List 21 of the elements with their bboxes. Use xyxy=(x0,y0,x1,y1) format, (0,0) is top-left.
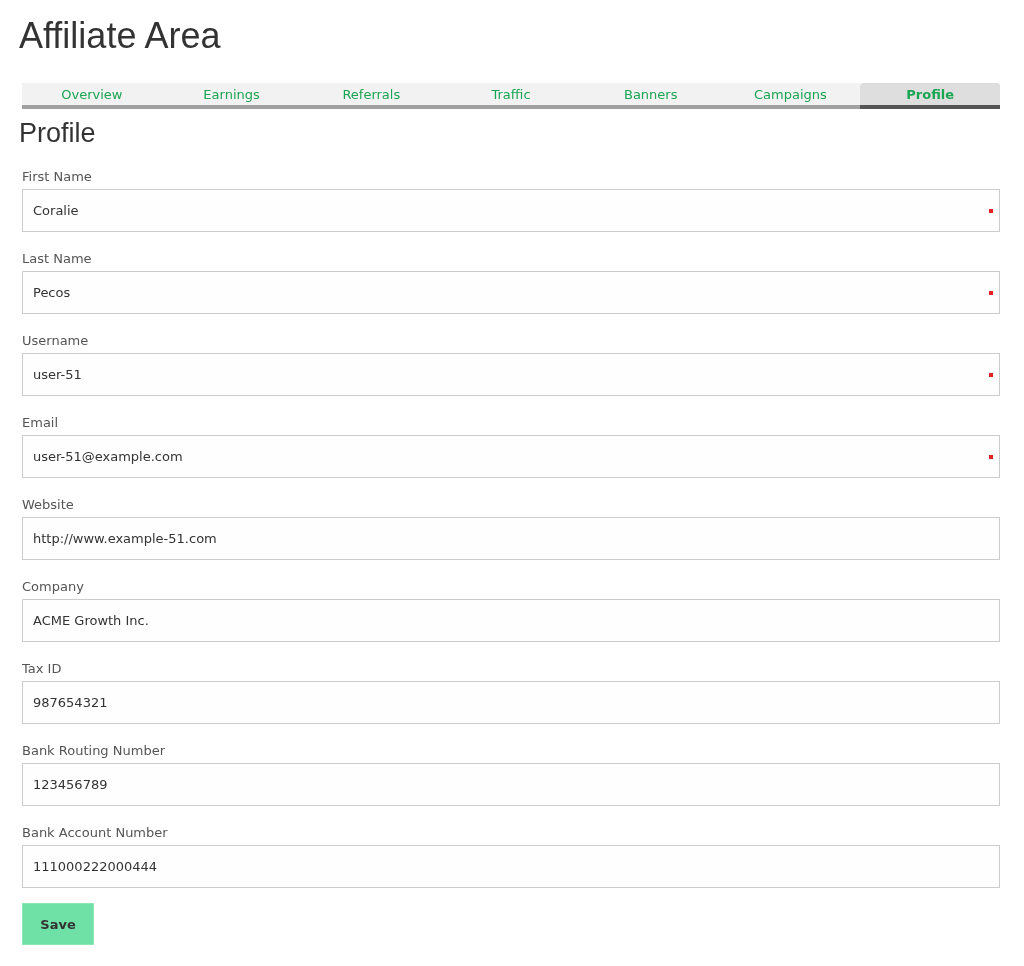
input-field[interactable]: 111000222000444 xyxy=(22,845,1000,888)
input-field[interactable]: user-51 xyxy=(22,353,1000,396)
field-label: Bank Account Number xyxy=(22,825,169,841)
field-label: Tax ID xyxy=(22,661,63,677)
field-label: Last Name xyxy=(22,251,93,267)
input-field[interactable]: 123456789 xyxy=(22,763,1000,806)
input-field[interactable]: Pecos xyxy=(22,271,1000,314)
save-button[interactable]: Save xyxy=(22,903,94,945)
field-label: Bank Routing Number xyxy=(22,743,166,759)
field-label: Username xyxy=(22,333,90,349)
input-field[interactable]: Coralie xyxy=(22,189,1000,232)
input-field[interactable]: ACME Growth Inc. xyxy=(22,599,1000,642)
field-label: First Name xyxy=(22,169,93,185)
field-label: Company xyxy=(22,579,85,595)
input-field[interactable]: http://www.example-51.com xyxy=(22,517,1000,560)
input-field[interactable]: user-51@example.com xyxy=(22,435,1000,478)
section-title: Profile xyxy=(19,117,97,149)
field-label: Website xyxy=(22,497,75,513)
page-title: Affiliate Area xyxy=(19,14,222,58)
input-field[interactable]: 987654321 xyxy=(22,681,1000,724)
field-label: Email xyxy=(22,415,60,431)
